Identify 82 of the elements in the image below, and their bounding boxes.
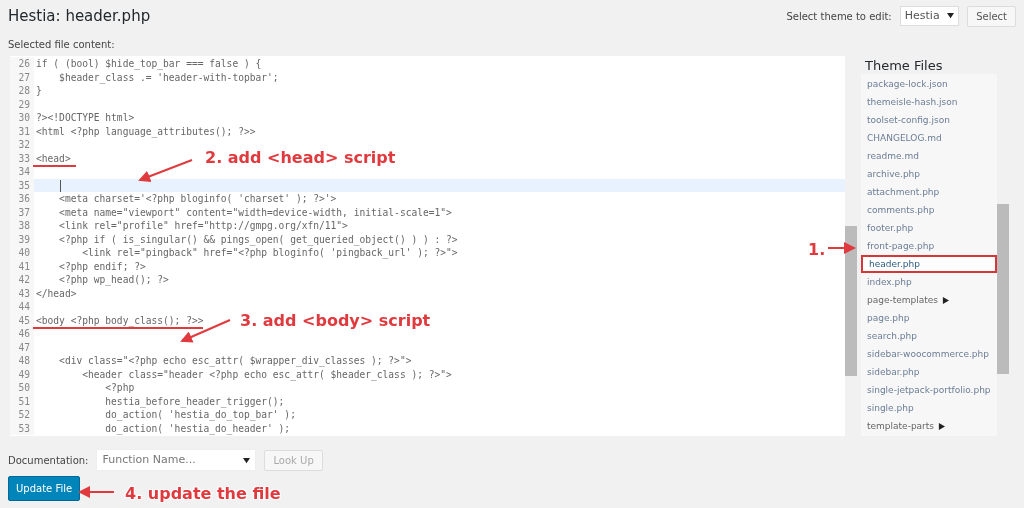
content-label: Selected file content: xyxy=(8,37,115,52)
caret-icon xyxy=(243,456,251,464)
function-name-dropdown[interactable]: Function Name... xyxy=(96,448,257,472)
theme-dropdown[interactable]: Hestia xyxy=(899,5,960,27)
code-line: hestia_before_header_trigger(); xyxy=(104,394,285,408)
expand-icon[interactable] xyxy=(942,297,950,304)
code-line: <?php endif; ?> xyxy=(58,259,146,273)
expand-icon[interactable] xyxy=(938,423,946,430)
look-up-button[interactable]: Look Up xyxy=(264,449,323,471)
line-number: 42 xyxy=(10,273,34,287)
code-editor[interactable] xyxy=(10,56,845,436)
line-number: 38 xyxy=(10,219,34,233)
dropdown-placeholder: Function Name... xyxy=(102,451,196,468)
annotation-label: 3. add <body> script xyxy=(240,310,431,332)
folder-item[interactable]: page-templates xyxy=(861,291,997,309)
code-line: do_action( 'hestia_do_top_bar' ); xyxy=(104,408,296,422)
theme-files-heading: Theme Files xyxy=(865,57,944,74)
line-number: 50 xyxy=(10,381,34,395)
file-item[interactable]: sidebar-woocommerce.php xyxy=(861,345,997,363)
line-number: 40 xyxy=(10,246,34,260)
annotation-label: 2. add <head> script xyxy=(205,147,396,169)
theme-select-label: Select theme to edit: xyxy=(786,9,892,24)
text-cursor xyxy=(60,179,61,192)
code-line: <?php xyxy=(104,381,135,395)
folder-name[interactable]: page-templates xyxy=(867,295,939,305)
file-item[interactable]: attachment.php xyxy=(861,183,997,201)
file-item[interactable]: index.php xyxy=(861,273,997,291)
folder-item[interactable]: template-parts xyxy=(861,417,997,435)
arrow xyxy=(78,486,115,498)
file-item[interactable]: header.php xyxy=(861,255,997,273)
code-line: <meta name="viewport" content="width=device-width, initial-scale=1"> xyxy=(58,205,452,219)
file-item[interactable]: themeisle-hash.json xyxy=(861,93,997,111)
file-item[interactable]: single.php xyxy=(861,399,997,417)
code-line: <head> xyxy=(35,151,71,165)
code-line: <link rel="pingback" href="<?php bloginfo( 'pingback_url' ); ?>"> xyxy=(81,246,458,260)
arrow xyxy=(138,159,193,182)
code-line: <?php if ( is_singular() && pings_open( get_queried_object() ) ) : ?> xyxy=(58,232,458,246)
file-item[interactable]: package-lock.json xyxy=(861,75,997,93)
code-line: <body <?php body_class(); ?>> xyxy=(35,313,204,327)
file-item[interactable]: single-jetpack-portfolio.php xyxy=(861,381,997,399)
code-line: <div class="<?php echo esc_attr( $wrapper_div_classes ); ?>"> xyxy=(58,354,412,368)
file-item[interactable]: archive.php xyxy=(861,165,997,183)
file-item[interactable]: footer.php xyxy=(861,219,997,237)
code-line: <meta charset='<?php bloginfo( 'charset' ); ?>'> xyxy=(58,192,337,206)
annotation-label: 1. xyxy=(808,239,826,261)
file-item[interactable]: toolset-config.json xyxy=(861,111,997,129)
code-line: $header_class .= 'header-with-topbar'; xyxy=(58,70,279,84)
code-line: } xyxy=(35,84,42,98)
documentation-label: Documentation: xyxy=(8,453,89,468)
code-line: if ( (bool) $hide_top_bar === false ) { xyxy=(35,57,262,71)
line-number: 36 xyxy=(10,192,34,206)
code-line: <?php wp_head(); ?> xyxy=(58,273,169,287)
annotation-label: 4. update the file xyxy=(125,483,281,505)
code-line: do_action( 'hestia_do_header' ); xyxy=(104,421,291,435)
code-line: <header class="header <?php echo esc_attr( $header_class ); ?>"> xyxy=(81,367,452,381)
file-item[interactable]: CHANGELOG.md xyxy=(861,129,997,147)
arrow xyxy=(827,242,856,254)
file-item[interactable]: front-page.php xyxy=(861,237,997,255)
code-line: </head> xyxy=(35,286,77,300)
file-item[interactable]: search.php xyxy=(861,327,997,345)
underline-mark xyxy=(32,165,77,167)
folder-name[interactable]: template-parts xyxy=(867,421,935,431)
line-number: 48 xyxy=(10,354,34,368)
file-item[interactable]: readme.md xyxy=(861,147,997,165)
line-number: 30 xyxy=(10,111,34,125)
line-number: 26 xyxy=(10,57,34,71)
caret-icon xyxy=(947,12,955,20)
line-number: 32 xyxy=(10,138,34,152)
line-number: 52 xyxy=(10,408,34,422)
code-line: <html <?php language_attributes(); ?>> xyxy=(35,124,256,138)
line-number: 28 xyxy=(10,84,34,98)
line-number: 34 xyxy=(10,165,34,179)
file-item[interactable]: comments.php xyxy=(861,201,997,219)
code-line: <link rel="profile" href="http://gmpg.org/xfn/11"> xyxy=(58,219,348,233)
file-item[interactable]: sidebar.php xyxy=(861,363,997,381)
page-title: Hestia: header.php xyxy=(8,5,151,27)
line-number: 44 xyxy=(10,300,34,314)
code-line: ?><!DOCTYPE html> xyxy=(35,111,135,125)
file-item[interactable]: page.php xyxy=(861,309,997,327)
select-button[interactable]: Select xyxy=(967,5,1016,27)
update-file-button[interactable]: Update File xyxy=(8,476,81,501)
line-number: 46 xyxy=(10,327,34,341)
